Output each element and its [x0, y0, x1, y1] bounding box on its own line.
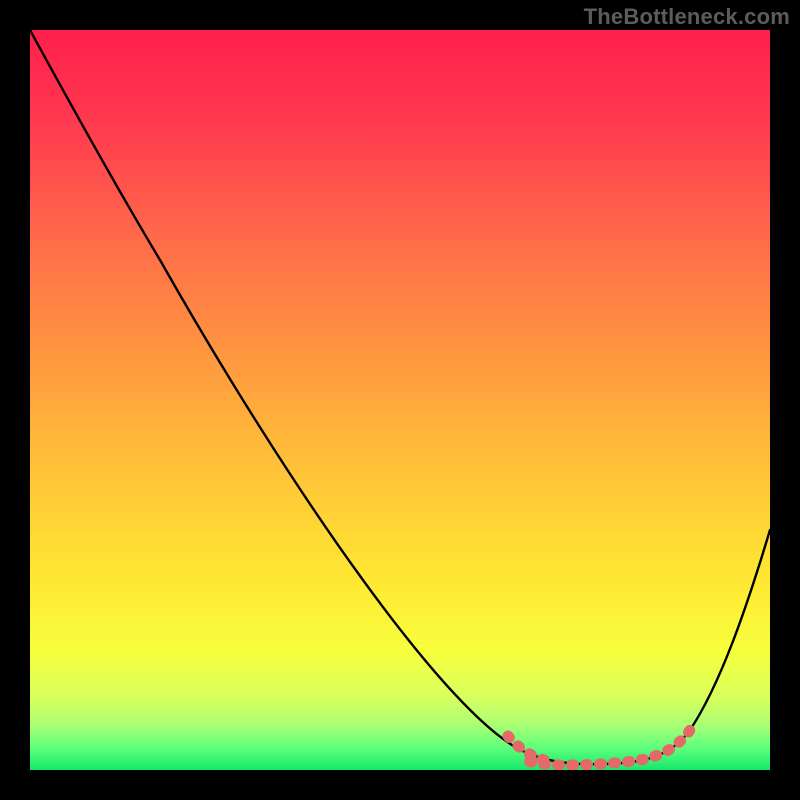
chart-frame: TheBottleneck.com — [0, 0, 800, 800]
curve-layer — [30, 30, 770, 770]
plot-area — [30, 30, 770, 770]
watermark-text: TheBottleneck.com — [584, 4, 790, 30]
bottleneck-curve — [30, 30, 770, 764]
highlight-segment — [508, 730, 690, 765]
